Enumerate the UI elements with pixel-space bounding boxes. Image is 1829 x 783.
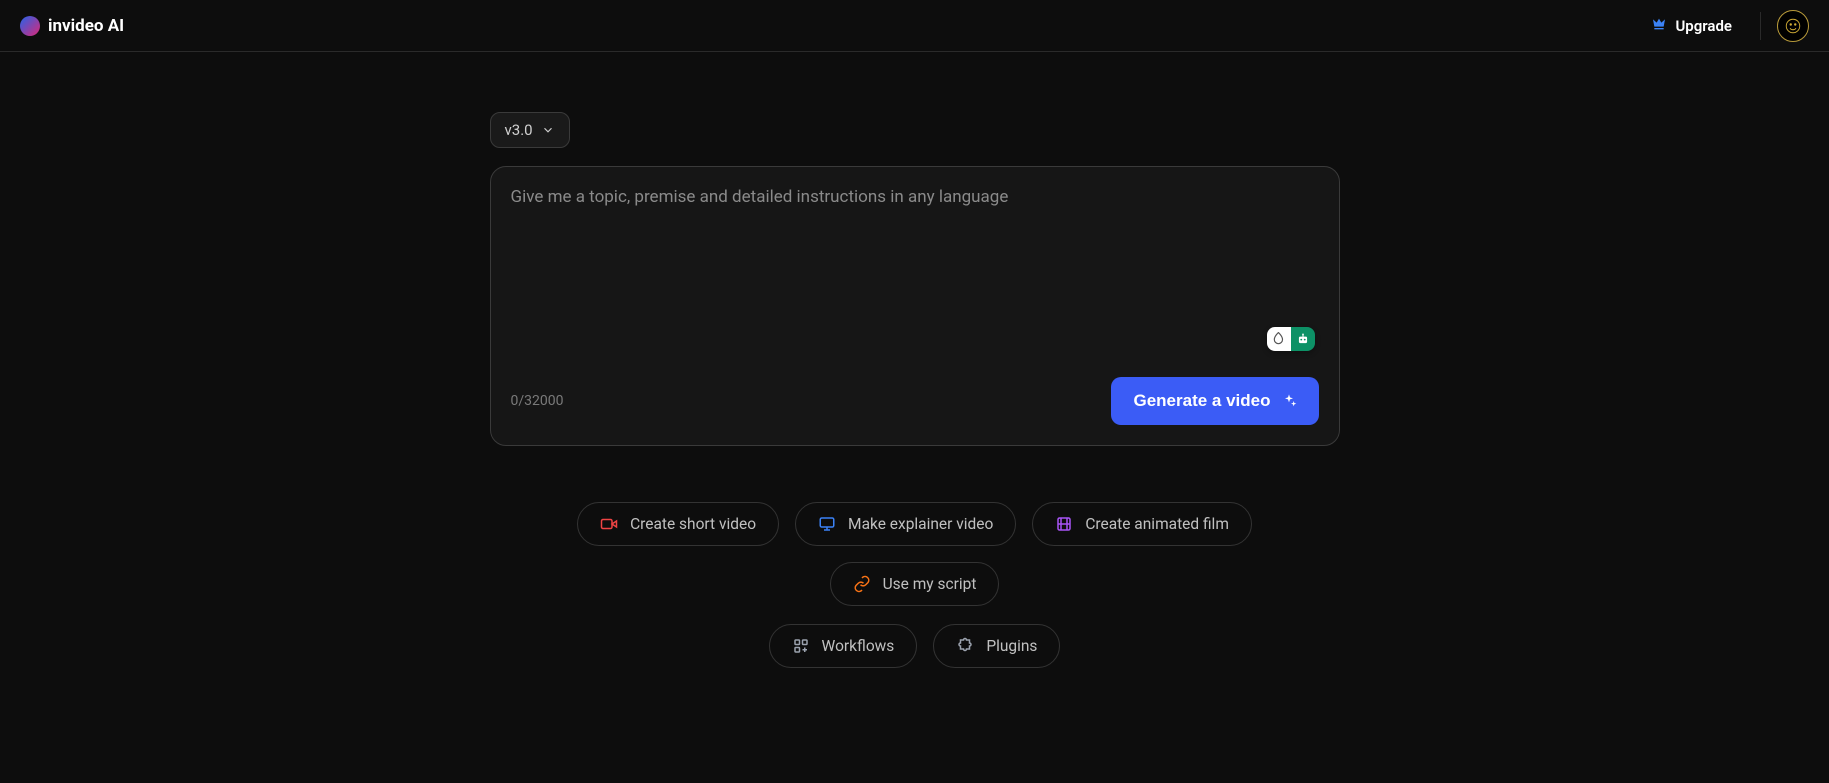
mode-toggle[interactable] bbox=[1267, 327, 1315, 351]
generate-video-button[interactable]: Generate a video bbox=[1111, 377, 1318, 425]
chip-label: Workflows bbox=[822, 637, 895, 655]
main-content: v3.0 bbox=[0, 52, 1829, 668]
brand-logo-icon bbox=[20, 16, 40, 36]
upgrade-button[interactable]: Upgrade bbox=[1639, 10, 1744, 42]
chip-label: Create animated film bbox=[1085, 515, 1229, 533]
chip-plugins[interactable]: Plugins bbox=[933, 624, 1060, 668]
chip-create-short-video[interactable]: Create short video bbox=[577, 502, 779, 546]
user-avatar[interactable] bbox=[1777, 10, 1809, 42]
chip-label: Make explainer video bbox=[848, 515, 993, 533]
screen-icon bbox=[818, 515, 836, 533]
content-wrapper: v3.0 bbox=[490, 112, 1340, 668]
puzzle-icon bbox=[956, 637, 974, 655]
chip-label: Create short video bbox=[630, 515, 756, 533]
sparkle-icon bbox=[1281, 393, 1297, 409]
chip-use-my-script[interactable]: Use my script bbox=[830, 562, 1000, 606]
chip-label: Use my script bbox=[883, 575, 977, 593]
suggestion-chips-row: Create short video Make explainer video bbox=[490, 502, 1340, 606]
chip-make-explainer-video[interactable]: Make explainer video bbox=[795, 502, 1016, 546]
crown-icon bbox=[1651, 16, 1667, 36]
chip-label: Plugins bbox=[986, 637, 1037, 655]
prompt-footer: 0/32000 Generate a video bbox=[511, 377, 1319, 425]
prompt-input[interactable] bbox=[511, 187, 1319, 353]
secondary-chips-row: Workflows Plugins bbox=[490, 624, 1340, 668]
brand-area[interactable]: invideo AI bbox=[20, 16, 124, 36]
version-selector[interactable]: v3.0 bbox=[490, 112, 570, 148]
link-icon bbox=[853, 575, 871, 593]
video-icon bbox=[600, 515, 618, 533]
prompt-box: 0/32000 Generate a video bbox=[490, 166, 1340, 446]
brand-name: invideo AI bbox=[48, 16, 124, 36]
film-icon bbox=[1055, 515, 1073, 533]
header-divider bbox=[1760, 12, 1761, 40]
chevron-down-icon bbox=[541, 123, 555, 137]
chip-create-animated-film[interactable]: Create animated film bbox=[1032, 502, 1252, 546]
version-label: v3.0 bbox=[505, 121, 533, 139]
char-count: 0/32000 bbox=[511, 393, 564, 409]
upgrade-label: Upgrade bbox=[1675, 17, 1732, 35]
header-actions: Upgrade bbox=[1639, 10, 1809, 42]
mode-toggle-leaf-icon[interactable] bbox=[1267, 327, 1291, 351]
app-header: invideo AI Upgrade bbox=[0, 0, 1829, 52]
mode-toggle-robot-icon[interactable] bbox=[1291, 327, 1315, 351]
generate-label: Generate a video bbox=[1133, 391, 1270, 411]
workflow-icon bbox=[792, 637, 810, 655]
chip-workflows[interactable]: Workflows bbox=[769, 624, 918, 668]
